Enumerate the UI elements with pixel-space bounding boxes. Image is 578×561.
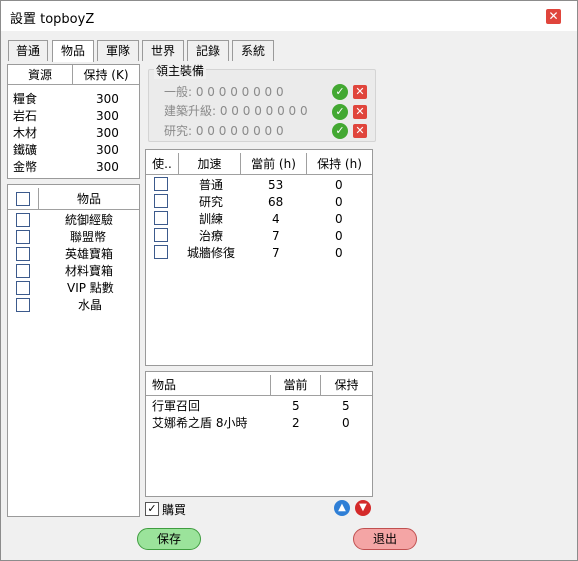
item-keep-current: 2 — [292, 416, 300, 430]
resource-keep-value[interactable]: 300 — [96, 91, 119, 108]
speedup-name: 治療 — [199, 229, 224, 243]
resource-name: 金幣 — [13, 160, 38, 174]
confirm-icon[interactable]: ✓ — [332, 104, 348, 120]
tab-log[interactable]: 記錄 — [187, 40, 229, 61]
lord-equip-building-label: 建築升級: 0 0 0 0 0 0 0 0 — [164, 104, 308, 118]
item-keep-name: 艾娜希之盾 8小時 — [152, 416, 248, 430]
item-column-header[interactable]: 物品 — [146, 375, 271, 396]
item-checkbox[interactable] — [16, 230, 30, 244]
resource-name: 木材 — [13, 126, 38, 140]
speedup-keep[interactable]: 0 — [335, 177, 343, 194]
tab-system[interactable]: 系統 — [232, 40, 274, 61]
resource-keep-value[interactable]: 300 — [96, 125, 119, 142]
item-label: 水晶 — [78, 298, 103, 312]
tab-general[interactable]: 普通 — [8, 40, 48, 61]
cancel-icon[interactable]: ✕ — [353, 105, 367, 119]
speedups-header: 使.. 加速 當前 (h) 保持 (h) — [146, 153, 372, 175]
tab-items[interactable]: 物品 — [52, 40, 94, 62]
current-column-header[interactable]: 當前 — [271, 375, 321, 396]
speedup-use-checkbox[interactable] — [154, 211, 168, 225]
item-column-header[interactable]: 物品 — [38, 188, 139, 210]
item-label: VIP 點數 — [67, 281, 114, 295]
item-keep-value[interactable]: 0 — [342, 415, 350, 432]
tab-army[interactable]: 軍隊 — [97, 40, 139, 61]
items-panel: 物品 統御經驗 聯盟幣 英雄寶箱 材料寶箱 VIP 點數 水晶 — [7, 184, 140, 517]
item-keep-header: 物品 當前 保持 — [146, 375, 372, 396]
resource-keep-value[interactable]: 300 — [96, 159, 119, 176]
lord-equip-title: 領主裝備 — [154, 62, 207, 79]
keep-column-header[interactable]: 保持 — [321, 375, 372, 396]
speedup-name: 訓練 — [199, 212, 224, 226]
resources-panel: 資源 保持 (K) 糧食 300 岩石 300 木材 300 鐵礦 300 金幣… — [7, 64, 140, 179]
item-checkbox[interactable] — [16, 264, 30, 278]
keep-column-header[interactable]: 保持 (h) — [307, 153, 372, 175]
resource-name: 岩石 — [13, 109, 38, 123]
item-keep-current: 5 — [292, 399, 300, 413]
item-label: 統御經驗 — [65, 213, 114, 227]
resource-column-header[interactable]: 資源 — [8, 65, 73, 85]
buy-checkbox[interactable]: ✓ — [145, 502, 159, 516]
speedup-name: 普通 — [199, 178, 224, 192]
confirm-icon[interactable]: ✓ — [332, 123, 348, 139]
lord-equip-research-label: 研究: 0 0 0 0 0 0 0 0 — [164, 124, 284, 138]
speedups-panel: 使.. 加速 當前 (h) 保持 (h) 普通 53 0 研究 68 0 訓練 … — [145, 149, 373, 366]
speedup-use-checkbox[interactable] — [154, 177, 168, 191]
exit-button[interactable]: 退出 — [353, 528, 417, 550]
tab-world[interactable]: 世界 — [142, 40, 184, 61]
item-keep-name: 行軍召回 — [152, 399, 201, 413]
item-label: 聯盟幣 — [70, 230, 107, 244]
speedup-use-checkbox[interactable] — [154, 194, 168, 208]
speedup-current: 7 — [272, 246, 280, 260]
item-checkbox[interactable] — [16, 298, 30, 312]
resource-keep-value[interactable]: 300 — [96, 142, 119, 159]
speedup-current: 68 — [268, 195, 284, 209]
lord-equip-general-label: 一般: 0 0 0 0 0 0 0 0 — [164, 85, 284, 99]
item-label: 材料寶箱 — [65, 264, 114, 278]
item-keep-value[interactable]: 5 — [342, 398, 350, 415]
move-up-icon[interactable]: ▲ — [334, 500, 350, 516]
speedup-keep[interactable]: 0 — [335, 211, 343, 228]
speedup-current: 7 — [272, 229, 280, 243]
use-column-header[interactable]: 使.. — [146, 153, 179, 175]
speedup-current: 53 — [268, 178, 284, 192]
current-column-header[interactable]: 當前 (h) — [241, 153, 307, 175]
move-down-icon[interactable]: ▼ — [355, 500, 371, 516]
items-header: 物品 — [8, 188, 139, 210]
confirm-icon[interactable]: ✓ — [332, 84, 348, 100]
speedup-column-header[interactable]: 加速 — [179, 153, 241, 175]
item-checkbox[interactable] — [16, 281, 30, 295]
window-title: 設置 topboyZ — [10, 12, 95, 27]
speedup-current: 4 — [272, 212, 280, 226]
speedup-keep[interactable]: 0 — [335, 228, 343, 245]
speedup-keep[interactable]: 0 — [335, 194, 343, 211]
close-icon[interactable]: ✕ — [546, 9, 561, 24]
cancel-icon[interactable]: ✕ — [353, 124, 367, 138]
speedup-keep[interactable]: 0 — [335, 245, 343, 262]
item-checkbox[interactable] — [16, 213, 30, 227]
item-label: 英雄寶箱 — [65, 247, 114, 261]
keep-column-header[interactable]: 保持 (K) — [73, 65, 139, 85]
save-button[interactable]: 保存 — [137, 528, 201, 550]
cancel-icon[interactable]: ✕ — [353, 85, 367, 99]
speedup-name: 城牆修復 — [187, 246, 236, 260]
resource-name: 糧食 — [13, 92, 38, 106]
item-keep-panel: 物品 當前 保持 行軍召回 5 5 艾娜希之盾 8小時 2 0 — [145, 371, 373, 497]
resource-keep-value[interactable]: 300 — [96, 108, 119, 125]
select-all-items-checkbox[interactable] — [16, 192, 30, 206]
resources-header: 資源 保持 (K) — [8, 65, 139, 85]
speedup-name: 研究 — [199, 195, 224, 209]
buy-label: 購買 — [162, 503, 187, 517]
speedup-use-checkbox[interactable] — [154, 245, 168, 259]
speedup-use-checkbox[interactable] — [154, 228, 168, 242]
resource-name: 鐵礦 — [13, 143, 38, 157]
item-checkbox[interactable] — [16, 247, 30, 261]
